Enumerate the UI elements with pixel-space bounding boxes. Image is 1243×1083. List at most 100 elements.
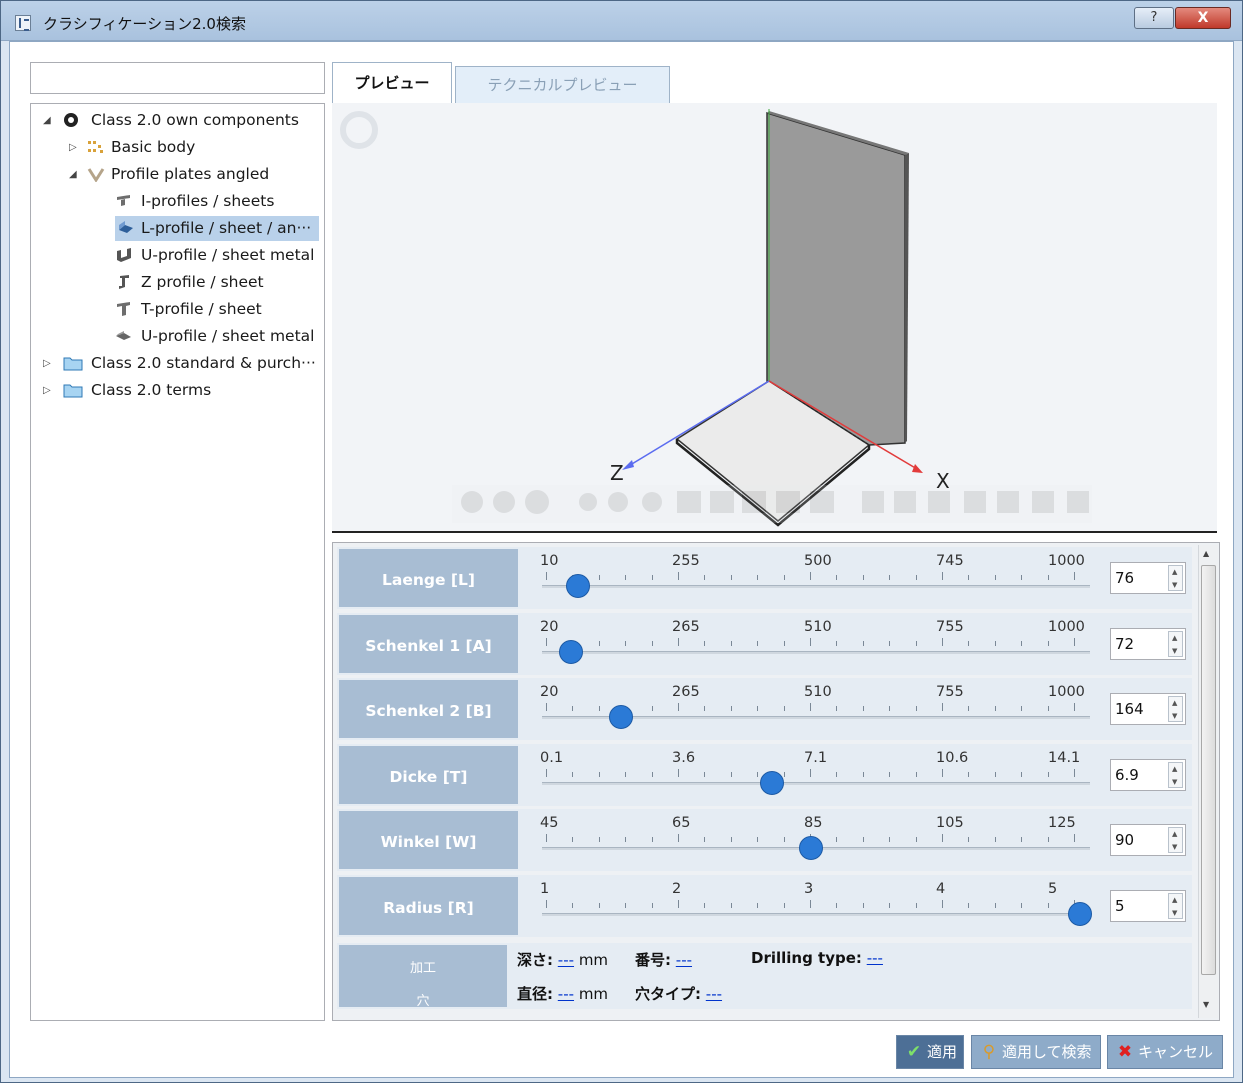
cancel-button[interactable]: ✖ キャンセル <box>1107 1035 1223 1069</box>
parameter-value-field[interactable]: 76 <box>1110 562 1186 594</box>
slider-tick-mark <box>1047 575 1049 580</box>
parameter-value-field[interactable]: 6.9 <box>1110 759 1186 791</box>
classification-tree[interactable]: ◢ Class 2.0 own components ▷ Basic body … <box>30 103 325 1021</box>
slider-tick-mark <box>810 900 811 908</box>
parameter-row: Schenkel 2 [B] 20 265 510 755 1000 164 <box>337 678 1192 740</box>
slider-tick-mark <box>862 903 864 908</box>
z-profile-icon <box>119 275 129 289</box>
slider-track[interactable] <box>542 651 1090 654</box>
app-icon <box>15 15 31 31</box>
search-input[interactable] <box>30 62 325 94</box>
slider-thumb[interactable] <box>1068 902 1092 926</box>
slider-tick-mark <box>915 706 917 711</box>
slider-thumb[interactable] <box>558 640 583 664</box>
scroll-down-icon[interactable]: ▼ <box>1203 1000 1209 1009</box>
parameter-row: Dicke [T] 0.1 3.6 7.1 10.6 14.1 6.9 <box>337 744 1192 806</box>
slider-tick-mark <box>968 575 970 580</box>
drilling-label: 加工穴 <box>337 943 509 1009</box>
close-button[interactable]: X <box>1175 7 1231 29</box>
slider-thumb[interactable] <box>565 574 590 598</box>
diameter-value-link[interactable]: --- <box>558 985 574 1003</box>
collapse-arrow-icon[interactable]: ◢ <box>69 162 77 187</box>
expand-arrow-icon[interactable]: ▷ <box>43 378 51 403</box>
slider-tick-mark <box>704 772 706 777</box>
slider-track[interactable] <box>542 782 1090 785</box>
slider-tick-mark <box>810 638 811 646</box>
slider-tick-mark <box>1021 772 1023 777</box>
tree-item-label: Z profile / sheet <box>141 273 264 291</box>
spinner-arrows-icon[interactable] <box>1168 893 1183 919</box>
scroll-up-icon[interactable]: ▲ <box>1203 549 1209 558</box>
apply-and-search-button[interactable]: ⚲ 適用して検索 <box>971 1035 1101 1069</box>
tree-item-label: U-profile / sheet metal <box>141 246 315 264</box>
number-value-link[interactable]: --- <box>676 951 692 969</box>
parameter-scrollbar[interactable]: ▲ ▼ <box>1198 545 1218 1018</box>
expand-arrow-icon[interactable]: ▷ <box>43 351 51 376</box>
drilling-label-top: 加工 <box>409 961 436 976</box>
help-button[interactable]: ? <box>1134 7 1174 29</box>
tree-item-l-profile[interactable]: L-profile / sheet / an··· <box>115 216 319 241</box>
slider-tick-mark <box>625 903 627 908</box>
tab-preview[interactable]: プレビュー <box>332 62 452 104</box>
window-title: クラシフィケーション2.0検索 <box>43 15 246 33</box>
slider-tick-mark <box>783 837 785 842</box>
slider-tick-label: 14.1 <box>1048 750 1081 766</box>
parameter-row: Schenkel 1 [A] 20 265 510 755 1000 72 <box>337 613 1192 675</box>
slider-tick-mark <box>1047 706 1049 711</box>
slider-tick-mark <box>598 837 600 842</box>
parameter-row: Winkel [W] 45 65 85 105 125 90 <box>337 809 1192 871</box>
slider-thumb[interactable] <box>760 771 785 795</box>
parameter-value-field[interactable]: 164 <box>1110 693 1186 725</box>
depth-value-link[interactable]: --- <box>558 951 574 969</box>
tree-item-label: Class 2.0 own components <box>91 111 299 129</box>
tree-item-label: U-profile / sheet metal <box>141 327 315 345</box>
slider-tick-mark <box>968 837 970 842</box>
slider-tick-mark <box>598 903 600 908</box>
title-bar[interactable]: クラシフィケーション2.0検索 ? X <box>1 1 1242 41</box>
slider-tick-label: 5 <box>1048 881 1058 897</box>
scrollbar-thumb[interactable] <box>1201 565 1216 975</box>
slider-tick-label: 265 <box>672 684 700 700</box>
depth-unit: mm <box>578 951 609 969</box>
depth-info: 深さ: --- mm <box>517 949 608 970</box>
parameter-value: 164 <box>1115 700 1144 718</box>
tree-item-label: Basic body <box>111 138 196 156</box>
slider-tick-label: 755 <box>936 619 964 635</box>
slider-track[interactable] <box>542 585 1090 588</box>
tab-technical-preview[interactable]: テクニカルプレビュー <box>455 66 670 104</box>
slider-tick-mark <box>783 575 785 580</box>
slider-tick-mark <box>704 641 706 646</box>
parameter-value-field[interactable]: 72 <box>1110 628 1186 660</box>
slider-thumb[interactable] <box>799 836 823 860</box>
slider-tick-label: 85 <box>804 815 823 831</box>
drilling-type-link[interactable]: --- <box>867 949 883 967</box>
spinner-arrows-icon[interactable] <box>1168 565 1183 591</box>
slider-tick-mark <box>651 575 653 580</box>
dialog-content: ◢ Class 2.0 own components ▷ Basic body … <box>9 41 1234 1078</box>
expand-arrow-icon[interactable]: ▷ <box>69 135 77 160</box>
slider-tick-mark <box>1074 572 1075 580</box>
slider-track[interactable] <box>542 913 1090 916</box>
hole-type-link[interactable]: --- <box>706 985 722 1003</box>
slider-tick-mark <box>730 837 732 842</box>
slider-tick-label: 20 <box>540 619 559 635</box>
spinner-arrows-icon[interactable] <box>1168 762 1183 788</box>
slider-tick-mark <box>942 638 943 646</box>
parameter-label: Radius [R] <box>337 875 520 937</box>
parameter-row: Radius [R] 1 2 3 4 5 5 <box>337 875 1192 937</box>
3d-preview-viewport[interactable]: Z X <box>332 103 1217 533</box>
slider-tick-mark <box>836 837 838 842</box>
slider-tick-mark <box>704 903 706 908</box>
parameter-value-field[interactable]: 5 <box>1110 890 1186 922</box>
slider-thumb[interactable] <box>609 705 634 729</box>
spinner-arrows-icon[interactable] <box>1168 696 1183 722</box>
tree-item-label: L-profile / sheet / an··· <box>141 219 312 237</box>
parameter-value-field[interactable]: 90 <box>1110 824 1186 856</box>
apply-and-search-label: 適用して検索 <box>1002 1043 1092 1061</box>
spinner-arrows-icon[interactable] <box>1168 827 1183 853</box>
tree-item-label: Class 2.0 standard & purch··· <box>91 354 316 372</box>
spinner-arrows-icon[interactable] <box>1168 631 1183 657</box>
apply-button[interactable]: ✔ 適用 <box>896 1035 964 1069</box>
slider-tick-mark <box>942 703 943 711</box>
collapse-arrow-icon[interactable]: ◢ <box>43 108 51 133</box>
